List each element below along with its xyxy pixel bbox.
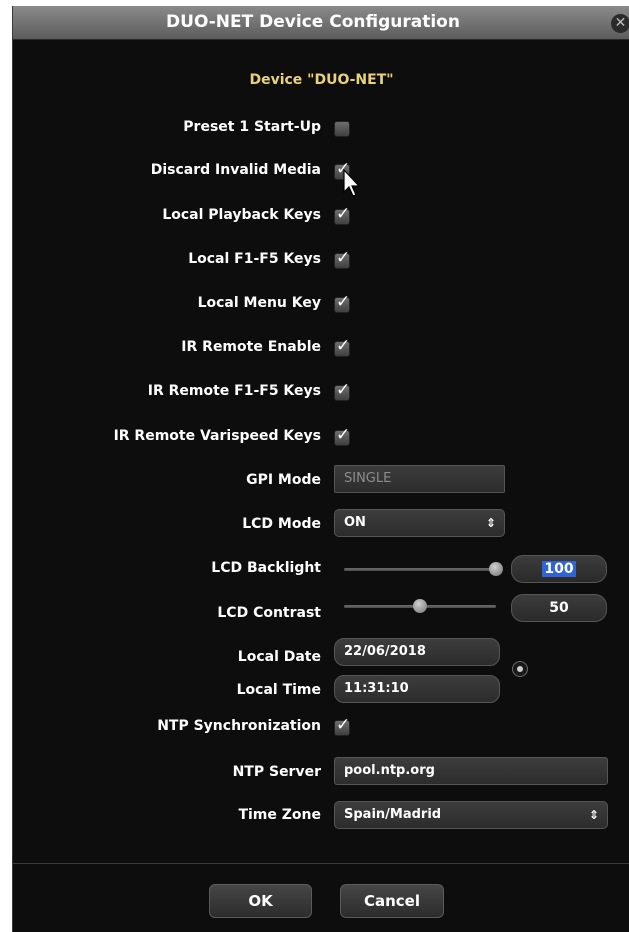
cancel-button[interactable]: Cancel [340,884,444,918]
check-icon: ✓ [336,380,351,400]
local-time-label: Local Time [236,682,321,698]
device-heading: Device "DUO-NET" [249,72,394,88]
lcd-contrast-slider-knob[interactable] [413,599,427,613]
ir-remote-varispeed-keys-label: IR Remote Varispeed Keys [113,428,321,444]
lcd-backlight-slider[interactable] [344,568,496,571]
footer-divider [13,863,629,864]
local-playback-keys-label: Local Playback Keys [162,207,321,223]
ir-remote-f1-f5-keys-checkbox[interactable]: ✓ [334,380,350,401]
ir-remote-enable-label: IR Remote Enable [181,339,321,355]
updown-arrows-icon: ⇕ [485,516,496,530]
time-zone-select[interactable]: Spain/Madrid ⇕ [334,801,608,829]
local-menu-key-checkbox[interactable]: ✓ [334,292,350,313]
dialog-title: DUO-NET Device Configuration [166,12,460,32]
discard-invalid-media-label: Discard Invalid Media [150,162,321,178]
lcd-mode-select[interactable]: ON ⇕ [334,509,505,537]
lcd-contrast-label: LCD Contrast [217,605,321,621]
local-f1-f5-keys-checkbox[interactable]: ✓ [334,248,350,269]
mouse-pointer-icon [343,169,361,197]
title-bar[interactable]: DUO-NET Device Configuration ✕ [13,6,629,40]
ir-remote-f1-f5-keys-label: IR Remote F1-F5 Keys [147,383,321,399]
time-zone-value: Spain/Madrid [344,807,442,822]
local-date-label: Local Date [237,649,321,665]
ok-button[interactable]: OK [209,884,312,918]
check-icon: ✓ [336,425,351,445]
ntp-synchronization-label: NTP Synchronization [157,718,321,734]
local-playback-keys-checkbox[interactable]: ✓ [334,204,350,225]
ntp-server-label: NTP Server [232,764,321,780]
device-configuration-dialog: DUO-NET Device Configuration ✕ Device "D… [12,6,629,932]
local-menu-key-label: Local Menu Key [197,295,321,311]
lcd-mode-label: LCD Mode [242,516,321,532]
local-f1-f5-keys-label: Local F1-F5 Keys [188,251,321,267]
lcd-backlight-label: LCD Backlight [211,560,321,576]
check-icon: ✓ [336,248,351,268]
ntp-synchronization-checkbox[interactable]: ✓ [334,715,350,736]
preset-startup-label: Preset 1 Start-Up [183,119,321,135]
check-icon: ✓ [336,292,351,312]
time-zone-label: Time Zone [238,807,321,823]
local-date-field[interactable]: 22/06/2018 [334,638,500,666]
check-icon: ✓ [336,204,351,224]
set-time-radio[interactable] [512,661,528,677]
lcd-backlight-value[interactable]: 100 [511,555,607,583]
ir-remote-varispeed-keys-checkbox[interactable]: ✓ [334,425,350,446]
ntp-server-input[interactable]: pool.ntp.org [334,757,608,785]
updown-arrows-icon: ⇕ [588,808,599,822]
gpi-mode-label: GPI Mode [246,472,321,488]
preset-startup-checkbox[interactable] [334,121,350,137]
lcd-backlight-value-text: 100 [542,561,576,577]
ir-remote-enable-checkbox[interactable]: ✓ [334,336,350,357]
close-icon[interactable]: ✕ [611,14,629,33]
lcd-contrast-value[interactable]: 50 [511,594,607,622]
lcd-mode-value: ON [344,515,366,530]
check-icon: ✓ [336,715,351,735]
check-icon: ✓ [336,336,351,356]
local-time-field[interactable]: 11:31:10 [334,675,500,703]
lcd-backlight-slider-knob[interactable] [489,562,503,576]
gpi-mode-field: SINGLE [334,465,505,493]
